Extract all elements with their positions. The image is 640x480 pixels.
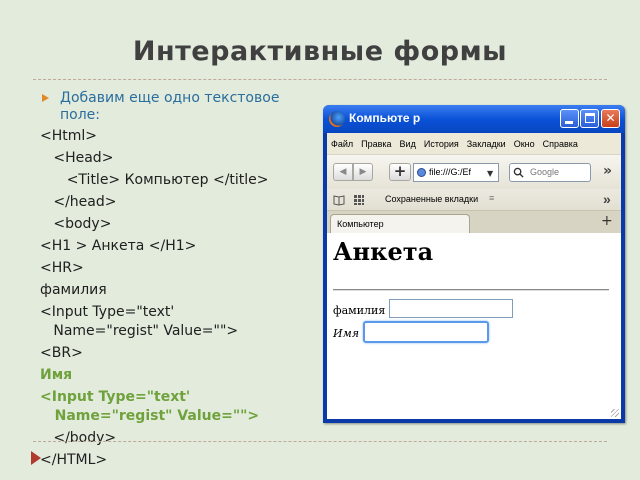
slide-body: Добавим еще одно текстовое поле: <Html> … xyxy=(40,90,320,473)
menu-item-bookmarks[interactable]: Закладки xyxy=(467,139,506,149)
menu-item-edit[interactable]: Правка xyxy=(361,139,391,149)
code-line: <Title> Компьютер </title> xyxy=(40,172,269,188)
bottom-divider xyxy=(33,441,607,442)
highlight-code-line: Имя xyxy=(40,367,73,383)
code-line: <H1 > Анкета </H1> xyxy=(40,238,197,254)
browser-window: Компьюте р ✕ Файл Правка Вид История Зак… xyxy=(323,105,625,423)
next-slide-arrow-icon[interactable] xyxy=(31,451,41,465)
title-bar[interactable]: Компьюте р ✕ xyxy=(323,105,625,133)
page-heading: Анкета xyxy=(333,237,434,266)
search-input[interactable]: Google xyxy=(509,163,591,182)
forward-button[interactable]: ▶ xyxy=(353,163,373,181)
menu-item-history[interactable]: История xyxy=(424,139,459,149)
close-button[interactable]: ✕ xyxy=(601,109,620,128)
highlight-code-line: <Input Type="text' Name="regist" Value="… xyxy=(40,389,260,424)
menu-item-file[interactable]: Файл xyxy=(331,139,353,149)
forward-arrow-icon: ▶ xyxy=(359,167,367,177)
minimize-button[interactable] xyxy=(560,109,579,128)
menu-item-window[interactable]: Окно xyxy=(514,139,535,149)
code-line: <Html> xyxy=(40,128,98,144)
bullet-item: Добавим еще одно текстовое поле: xyxy=(40,90,320,124)
tab-computer[interactable]: Компьютер xyxy=(330,214,470,233)
name-label: Имя xyxy=(333,327,359,340)
window-title: Компьюте р xyxy=(349,111,421,125)
menu-bar: Файл Правка Вид История Закладки Окно Сп… xyxy=(327,133,621,155)
navigation-toolbar: ◀ ▶ + file:///G:/Ef ▼ Google » xyxy=(327,155,621,189)
bookmarks-label[interactable]: Сохраненные вкладки xyxy=(385,194,478,204)
code-line: <body> xyxy=(40,216,112,232)
browser-client: Файл Правка Вид История Закладки Окно Сп… xyxy=(327,133,621,419)
menu-item-help[interactable]: Справка xyxy=(543,139,578,149)
menu-item-view[interactable]: Вид xyxy=(400,139,416,149)
page-content: Анкета фамилия Имя xyxy=(327,233,621,419)
bullet-arrow-icon xyxy=(42,94,49,102)
url-dropdown-icon[interactable]: ▼ xyxy=(487,169,493,178)
search-icon xyxy=(513,167,524,178)
grid-icon[interactable] xyxy=(353,194,365,206)
code-line: <BR> xyxy=(40,345,83,361)
book-icon[interactable] xyxy=(333,194,345,206)
bookmarks-toolbar: Сохраненные вкладки ≡ » xyxy=(327,189,621,211)
top-divider xyxy=(33,79,607,80)
code-line: </head> xyxy=(40,194,117,210)
bookmarks-overflow-icon[interactable]: » xyxy=(603,191,611,207)
address-text: file:///G:/Ef xyxy=(429,167,472,177)
plus-icon: + xyxy=(393,162,407,180)
toolbar-overflow-icon[interactable]: » xyxy=(603,163,612,179)
page-globe-icon xyxy=(417,168,426,177)
horizontal-rule xyxy=(333,289,609,291)
resize-grip-icon[interactable] xyxy=(611,409,619,417)
new-tab-button[interactable]: + xyxy=(389,163,411,181)
bookmarks-menu-icon[interactable]: ≡ xyxy=(489,193,494,203)
surname-label: фамилия xyxy=(333,304,386,317)
maximize-button[interactable] xyxy=(580,109,599,128)
code-line: <HR> xyxy=(40,260,84,276)
close-icon: ✕ xyxy=(605,111,616,125)
minimize-icon xyxy=(565,121,573,124)
search-placeholder: Google xyxy=(530,167,560,177)
code-line: <Input Type="text' Name="regist" Value="… xyxy=(40,304,239,339)
code-line: фамилия xyxy=(40,282,107,298)
maximize-icon xyxy=(585,113,595,123)
code-line: </HTML> xyxy=(40,452,108,468)
slide-title: Интерактивные формы xyxy=(132,36,508,67)
back-button[interactable]: ◀ xyxy=(333,163,353,181)
name-input[interactable] xyxy=(363,321,489,343)
code-line: </body> xyxy=(40,430,117,446)
bullet-text: Добавим еще одно текстовое поле: xyxy=(60,90,280,123)
surname-input[interactable] xyxy=(389,299,513,318)
firefox-logo-icon xyxy=(329,111,345,127)
back-arrow-icon: ◀ xyxy=(339,167,347,177)
code-line: <Head> xyxy=(40,150,114,166)
add-tab-icon[interactable]: + xyxy=(601,213,613,229)
tab-strip: Компьютер + xyxy=(327,211,621,233)
